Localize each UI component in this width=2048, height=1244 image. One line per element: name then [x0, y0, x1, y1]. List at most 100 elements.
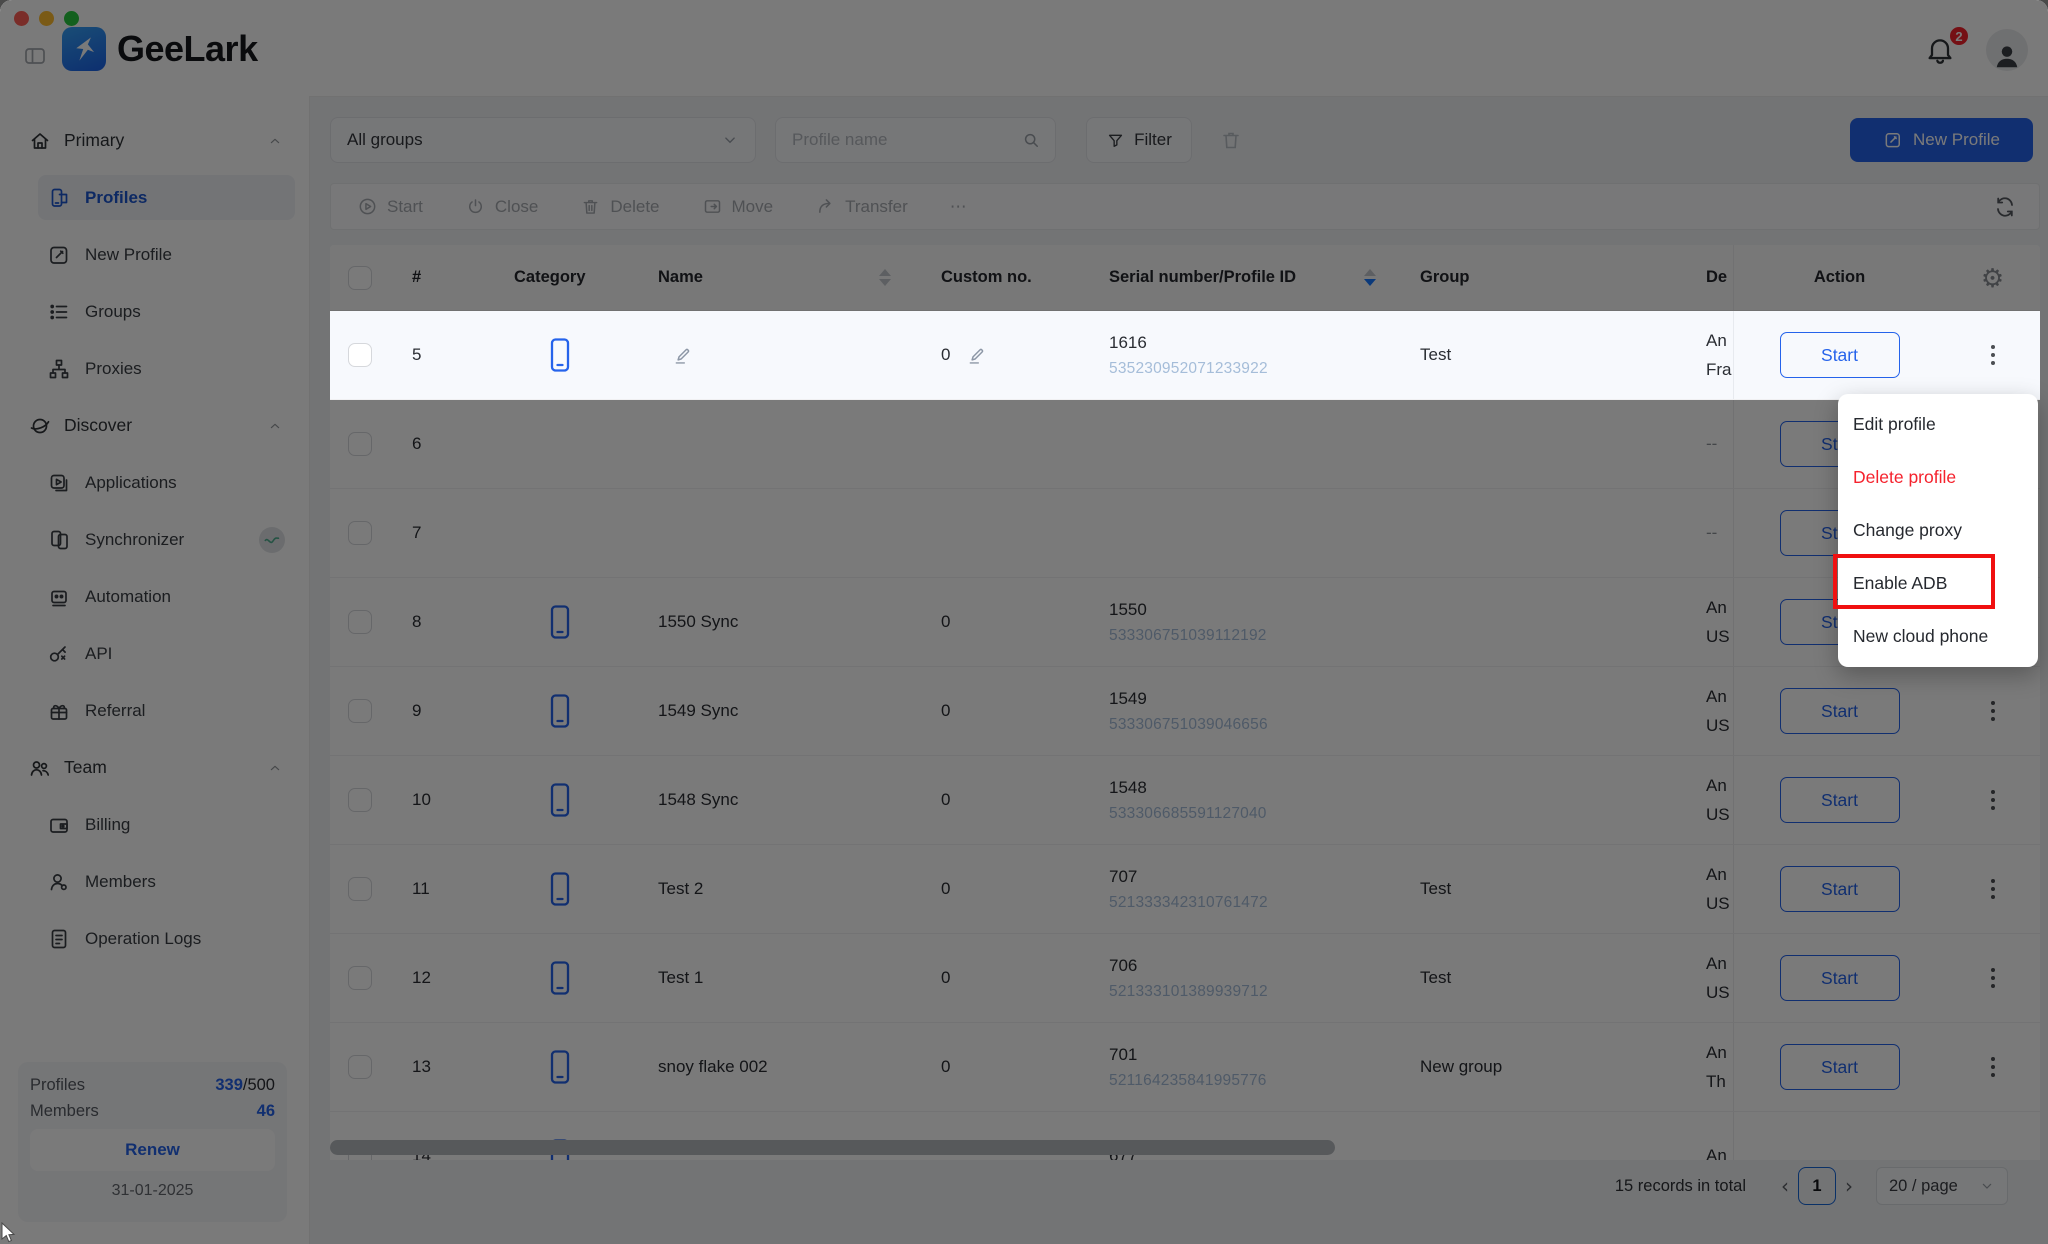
sidebar-item-proxies[interactable]: Proxies: [38, 346, 295, 391]
table-row[interactable]: 101548 Sync01548533306685591127040AnUSSt…: [330, 756, 2040, 845]
horizontal-scrollbar[interactable]: [330, 1140, 1335, 1155]
table-row[interactable]: 7--Start: [330, 489, 2040, 578]
sidebar-item-groups[interactable]: Groups: [38, 289, 295, 334]
device-wrap: An: [1706, 1146, 1727, 1160]
row-checkbox[interactable]: [348, 521, 372, 545]
group-filter-select[interactable]: All groups: [330, 117, 756, 163]
menu-item-edit-profile[interactable]: Edit profile: [1838, 398, 2038, 451]
menu-item-new-cloud-phone[interactable]: New cloud phone: [1838, 610, 2038, 663]
serial-number: 1548: [1109, 778, 1267, 798]
sidebar-collapse-icon[interactable]: [21, 44, 49, 68]
row-checkbox[interactable]: [348, 966, 372, 990]
sidebar-item-api[interactable]: API: [38, 631, 295, 676]
clear-filter-icon[interactable]: [1214, 117, 1248, 163]
prev-page-icon[interactable]: ‹: [1781, 1174, 1789, 1198]
table-row[interactable]: 13snoy flake 0020701521164235841995776Ne…: [330, 1023, 2040, 1112]
row-more-menu-icon[interactable]: [1985, 962, 2001, 994]
sort-icon[interactable]: [879, 269, 891, 286]
filter-button[interactable]: Filter: [1086, 117, 1192, 163]
sidebar-section-primary[interactable]: Primary: [0, 118, 295, 163]
table-row[interactable]: 6--Start: [330, 400, 2040, 489]
column-header-action: Action: [1733, 245, 1945, 310]
table-row[interactable]: 81550 Sync01550533306751039112192AnUSSta…: [330, 578, 2040, 667]
menu-item-delete-profile[interactable]: Delete profile: [1838, 451, 2038, 504]
start-button[interactable]: Start: [1780, 1044, 1900, 1090]
row-checkbox[interactable]: [348, 699, 372, 723]
start-button[interactable]: Start: [1780, 688, 1900, 734]
next-page-icon[interactable]: ›: [1845, 1174, 1853, 1198]
close-window-button[interactable]: [14, 11, 29, 26]
row-checkbox[interactable]: [348, 788, 372, 812]
row-more-menu-icon[interactable]: [1985, 873, 2001, 905]
chevron-down-icon: [721, 131, 739, 149]
select-all-checkbox[interactable]: [348, 266, 372, 290]
sidebar-item-new-profile[interactable]: New Profile: [38, 232, 295, 277]
start-button[interactable]: Start: [1780, 777, 1900, 823]
custom-no-cell: [905, 489, 1085, 577]
menu-item-change-proxy[interactable]: Change proxy: [1838, 504, 2038, 557]
phone-icon: [548, 871, 572, 907]
sidebar-item-referral[interactable]: Referral: [38, 688, 295, 733]
sidebar-item-automation[interactable]: Automation: [38, 574, 295, 619]
action-cell: Start: [1733, 934, 1945, 1022]
start-button[interactable]: Start: [1780, 866, 1900, 912]
minimize-window-button[interactable]: [39, 11, 54, 26]
table-header: #CategoryNameCustom no.Serial number/Pro…: [330, 245, 2040, 311]
new-profile-icon: [47, 243, 71, 267]
row-checkbox[interactable]: [348, 343, 372, 367]
table-row[interactable]: 11Test 20707521333342310761472TestAnUSSt…: [330, 845, 2040, 934]
start-button[interactable]: Start: [1780, 332, 1900, 378]
row-more-menu-icon[interactable]: [1985, 784, 2001, 816]
toolbar-transfer-button[interactable]: Transfer: [815, 196, 908, 217]
page-size-select[interactable]: 20 / page: [1876, 1167, 2008, 1205]
profile-name: snoy flake 002: [658, 1057, 768, 1077]
row-more-menu-icon[interactable]: [1985, 339, 2001, 371]
notifications-button[interactable]: 2: [1924, 31, 1958, 69]
edit-name-icon[interactable]: [672, 345, 693, 366]
refresh-icon[interactable]: [1993, 195, 2017, 219]
profile-id: 521333342310761472: [1109, 894, 1268, 912]
sidebar-item-members[interactable]: Members: [38, 859, 295, 904]
row-more-menu-icon[interactable]: [1985, 695, 2001, 727]
toolbar-more-button[interactable]: ⋯: [950, 197, 967, 217]
table-row[interactable]: 501616535230952071233922TestAnFraStart: [330, 311, 2040, 400]
device-wrap: AnUS: [1706, 776, 1730, 825]
sidebar-item-synchronizer[interactable]: Synchronizer: [38, 517, 295, 562]
row-checkbox[interactable]: [348, 432, 372, 456]
renew-button[interactable]: Renew: [30, 1129, 275, 1171]
toolbar-move-button[interactable]: Move: [702, 196, 774, 217]
sidebar-item-billing[interactable]: Billing: [38, 802, 295, 847]
column-header-name: Name: [640, 245, 905, 310]
menu-item-enable-adb[interactable]: Enable ADB: [1838, 557, 2038, 610]
edit-custom-no-icon[interactable]: [966, 345, 987, 366]
sidebar-section-team[interactable]: Team: [0, 745, 295, 790]
row-more-menu-icon[interactable]: [1985, 1051, 2001, 1083]
toolbar-start-button[interactable]: Start: [357, 196, 423, 217]
user-avatar[interactable]: [1986, 29, 2028, 71]
current-page[interactable]: 1: [1798, 1167, 1836, 1205]
toolbar-close-button[interactable]: Close: [465, 196, 538, 217]
table-row[interactable]: 12Test 10706521333101389939712TestAnUSSt…: [330, 934, 2040, 1023]
column-settings-gear-icon[interactable]: ⚙: [1981, 265, 2004, 291]
category-cell: [490, 667, 640, 755]
start-button[interactable]: Start: [1780, 955, 1900, 1001]
sidebar-section-discover[interactable]: Discover: [0, 403, 295, 448]
table-row[interactable]: 91549 Sync01549533306751039046656AnUSSta…: [330, 667, 2040, 756]
section-label: Primary: [64, 130, 124, 151]
profile-search-input[interactable]: [790, 129, 994, 151]
members-usage-label: Members: [30, 1102, 99, 1121]
row-checkbox[interactable]: [348, 1055, 372, 1079]
new-profile-button[interactable]: New Profile: [1850, 118, 2033, 162]
sort-icon[interactable]: [1364, 269, 1376, 286]
sidebar-item-profiles[interactable]: Profiles: [38, 175, 295, 220]
row-context-menu: Edit profileDelete profileChange proxyEn…: [1838, 394, 2038, 667]
zoom-window-button[interactable]: [64, 11, 79, 26]
action-cell: [1733, 1112, 1945, 1160]
row-checkbox[interactable]: [348, 610, 372, 634]
row-checkbox[interactable]: [348, 877, 372, 901]
toolbar-delete-button[interactable]: Delete: [580, 196, 659, 217]
group-cell: New group: [1400, 1023, 1690, 1111]
device-line2: US: [1706, 716, 1730, 736]
sidebar-item-applications[interactable]: Applications: [38, 460, 295, 505]
sidebar-item-operation-logs[interactable]: Operation Logs: [38, 916, 295, 961]
